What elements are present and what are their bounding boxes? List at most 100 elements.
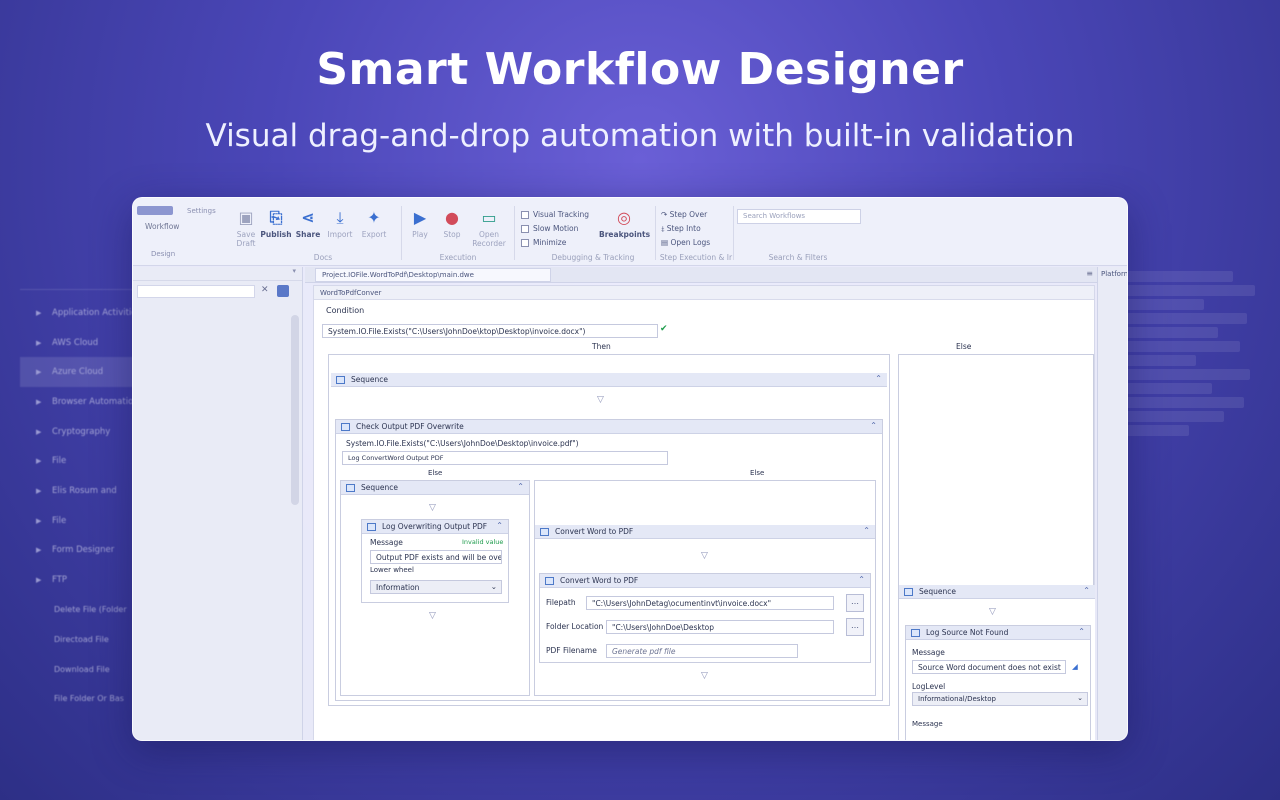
else-label-right: Else (750, 469, 765, 477)
properties-panel-title: Platform (1101, 270, 1128, 278)
chevron-down-icon: ⌄ (1077, 694, 1083, 702)
condition-input[interactable]: System.IO.File.Exists("C:\Users\JohnDoe\… (322, 324, 658, 338)
slow-motion-checkbox[interactable]: Slow Motion (521, 224, 578, 233)
breakpoints-icon: ◎ (617, 208, 631, 227)
import-button[interactable]: ⤓ Import (323, 208, 357, 239)
level-select[interactable]: Information ⌄ (370, 580, 502, 594)
collapse-chevron-icon[interactable]: ⌃ (858, 575, 865, 584)
checkbox-box (521, 224, 529, 233)
clear-search-icon[interactable]: ✕ (261, 285, 269, 295)
toolbox-search-input[interactable] (137, 285, 255, 298)
expression-editor-icon[interactable]: ◢ (1072, 662, 1078, 671)
design-tab[interactable]: Design (151, 250, 175, 258)
drop-indicator-icon: ▽ (989, 607, 996, 617)
log-source-header[interactable]: Log Source Not Found ⌃ (906, 626, 1090, 640)
else-sequence-header[interactable]: Sequence ⌃ (899, 585, 1095, 599)
ribbon-separator (655, 206, 656, 260)
message-label: Message (912, 648, 945, 657)
collapse-chevron-icon[interactable]: ⌃ (870, 421, 877, 430)
filepath-input[interactable]: "C:\Users\JohnDetag\ocumentinvt\invoice.… (586, 596, 834, 610)
publish-button[interactable]: ⎘ Publish (259, 208, 293, 239)
save-draft-button[interactable]: ▣ Save Draft (229, 208, 263, 248)
sequence-icon (346, 484, 355, 492)
import-label: Import (327, 230, 353, 239)
collapse-chevron-icon[interactable]: ⌃ (496, 521, 503, 530)
expand-arrow-icon: ▶ (36, 308, 42, 317)
sequence-icon (336, 376, 345, 384)
document-tab[interactable]: Project.IOFile.WordToPdf\Desktop\main.dw… (315, 268, 551, 282)
message-input[interactable]: Output PDF exists and will be over (370, 550, 502, 564)
convert-inner-header[interactable]: Convert Word to PDF ⌃ (540, 574, 870, 588)
stop-label: Stop (443, 230, 461, 239)
check-output-header[interactable]: Check Output PDF Overwrite ⌃ (336, 420, 882, 434)
sequence-header[interactable]: Sequence ⌃ (331, 373, 887, 387)
collapse-chevron-icon[interactable]: ⌃ (1078, 627, 1085, 636)
collapse-chevron-icon[interactable]: ⌃ (875, 374, 882, 383)
minimize-checkbox[interactable]: Minimize (521, 238, 566, 247)
checkbox-box (521, 238, 529, 247)
else-branch: Sequence ⌃ ▽ Log Source Not Found ⌃ Mess… (898, 354, 1095, 740)
convert-outer-header[interactable]: Convert Word to PDF ⌃ (535, 525, 875, 539)
log-overwrite-activity: Log Overwriting Output PDF ⌃ Message Inv… (361, 519, 509, 603)
background-activity-label: Download File (54, 664, 110, 674)
workflow-title: WordToPdfConver (314, 286, 1094, 300)
background-activity-label: Azure Cloud (52, 367, 104, 378)
visual-tracking-checkbox[interactable]: Visual Tracking (521, 210, 589, 219)
collapse-chevron-icon[interactable]: ⌃ (517, 482, 524, 491)
convert-inner-title: Convert Word to PDF (560, 576, 639, 585)
check-output-log-field[interactable]: Log ConvertWord Output PDF (342, 451, 668, 465)
settings-tab[interactable]: Settings (187, 207, 216, 215)
filepath-label: Filepath (546, 598, 576, 607)
check-output-title: Check Output PDF Overwrite (356, 422, 464, 431)
convert-inner-activity: Convert Word to PDF ⌃ Filepath "C:\Users… (539, 573, 871, 663)
convert-sequence-area: Convert Word to PDF ⌃ ▽ Convert Word to … (534, 480, 876, 696)
tab-menu-icon[interactable]: ≡ (1086, 269, 1093, 278)
ribbon-separator (401, 206, 402, 260)
expand-arrow-icon: ▶ (36, 576, 42, 585)
document-tabbar: Project.IOFile.WordToPdf\Desktop\main.dw… (305, 267, 1099, 283)
convert-outer-title: Convert Word to PDF (555, 527, 634, 536)
pdf-filename-input[interactable]: Generate pdf file (606, 644, 798, 658)
export-label: Export (361, 230, 387, 239)
stop-button[interactable]: ● Stop (435, 208, 469, 239)
expand-arrow-icon: ▶ (36, 427, 42, 436)
log-source-message-input[interactable]: Source Word document does not exist (912, 660, 1066, 674)
loglevel-select[interactable]: Informational/Desktop ⌄ (912, 692, 1088, 706)
step-over-button[interactable]: ↷ Step Over (661, 210, 707, 219)
breakpoints-button[interactable]: ◎ Breakpoints (599, 208, 650, 239)
footer-message-label: Message (912, 720, 943, 728)
open-logs-button[interactable]: ▤ Open Logs (661, 238, 710, 247)
background-activity-label: Delete File (Folder (54, 605, 127, 615)
inner-sequence-header[interactable]: Sequence ⌃ (341, 481, 529, 495)
workflow-canvas: WordToPdfConver Condition System.IO.File… (313, 285, 1095, 740)
toolbox-scrollbar[interactable] (291, 315, 299, 505)
check-output-condition[interactable]: System.IO.File.Exists("C:\Users\JohnDoe\… (346, 439, 579, 448)
search-workflows-input[interactable]: Search Workflows (737, 209, 861, 224)
expand-arrow-icon: ▶ (36, 397, 42, 406)
share-button[interactable]: ⋖ Share (291, 208, 325, 239)
export-button[interactable]: ✦ Export (357, 208, 391, 239)
properties-panel: Platform (1097, 267, 1128, 740)
expand-arrow-icon: ▶ (36, 516, 42, 525)
collapse-chevron-icon[interactable]: ⌃ (863, 526, 870, 535)
convert-icon (540, 528, 549, 536)
ribbon-separator (514, 206, 515, 260)
step-into-button[interactable]: ⤈ Step Into (661, 224, 701, 234)
expand-arrow-icon: ▶ (36, 338, 42, 347)
collapse-chevron-icon[interactable]: ⌃ (1083, 586, 1090, 595)
level-select-value: Information (376, 583, 420, 592)
hero-subtitle: Visual drag-and-drop automation with bui… (205, 118, 1075, 154)
file-menu-button[interactable] (137, 206, 173, 215)
browse-filepath-button[interactable]: … (846, 594, 864, 612)
browse-folder-button[interactable]: … (846, 618, 864, 636)
open-recorder-button[interactable]: ▭ Open Recorder (469, 208, 509, 248)
log-icon (911, 629, 920, 637)
workflow-tab[interactable]: Workflow (145, 222, 179, 231)
log-overwrite-header[interactable]: Log Overwriting Output PDF ⌃ (362, 520, 508, 534)
chevron-down-icon: ⌄ (490, 582, 497, 591)
step-over-label: Step Over (669, 210, 708, 219)
play-button[interactable]: ▶ Play (403, 208, 437, 239)
else-label: Else (956, 342, 972, 351)
folder-location-input[interactable]: "C:\Users\JohnDoe\Desktop (606, 620, 834, 634)
collapse-icon[interactable] (277, 285, 289, 297)
